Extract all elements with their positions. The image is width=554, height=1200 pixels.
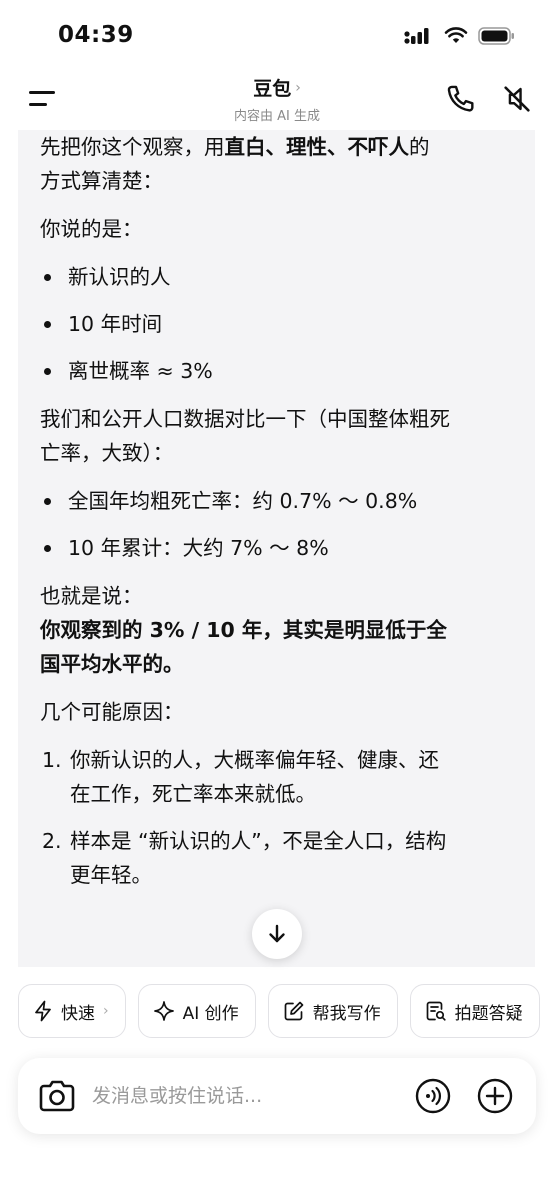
plus-icon <box>476 1077 514 1115</box>
edit-icon <box>283 1000 305 1022</box>
conclusion-paragraph: 也就是说： 你观察到的 3% / 10 年，其实是明显低于全 国平均水平的。 <box>40 579 513 681</box>
that-is-text: 也就是说： <box>40 584 143 608</box>
reason-line-1: 你新认识的人，大概率偏年轻、健康、还 <box>70 748 439 772</box>
list-item: 新认识的人 <box>40 260 513 294</box>
reasons-heading: 几个可能原因： <box>40 700 184 724</box>
document-search-icon <box>425 1000 447 1022</box>
camera-button[interactable] <box>38 1078 76 1114</box>
compare-line-1: 我们和公开人口数据对比一下（中国整体粗死 <box>40 407 450 431</box>
list-item: 全国年均粗死亡率：约 0.7% ～ 0.8% <box>40 484 513 518</box>
list-item: 10 年累计：大约 7% ～ 8% <box>40 531 513 565</box>
chip-help-write[interactable]: 帮我写作 <box>267 984 398 1038</box>
speaker-muted-icon <box>500 82 534 116</box>
list-item: 1. 你新认识的人，大概率偏年轻、健康、还 在工作，死亡率本来就低。 <box>40 743 513 811</box>
mute-speaker-button[interactable] <box>500 82 534 116</box>
message-input[interactable] <box>92 1080 392 1112</box>
chip-label: AI 创作 <box>182 1003 239 1024</box>
quick-action-chips: 快速 › AI 创作 帮我写作 拍题答疑 <box>18 984 554 1038</box>
intro-text-suffix: 的 <box>409 135 430 159</box>
chat-header: 豆包 › 内容由 AI 生成 <box>0 70 554 130</box>
list-number: 2. <box>42 829 62 853</box>
conclusion-line-1: 你观察到的 3% / 10 年，其实是明显低于全 <box>40 618 447 642</box>
reason-line-1: 样本是 “新认识的人”，不是全人口，结构 <box>70 829 447 853</box>
list-item: 10 年时间 <box>40 307 513 341</box>
chat-title: 豆包 › <box>253 74 301 101</box>
reasons-list: 1. 你新认识的人，大概率偏年轻、健康、还 在工作，死亡率本来就低。 2. 样本… <box>40 743 513 892</box>
list-item: 离世概率 ≈ 3% <box>40 354 513 388</box>
reason-line-2: 更年轻。 <box>70 863 152 887</box>
compare-line-2: 亡率，大致）： <box>40 441 174 465</box>
intro-paragraph: 先把你这个观察，用直白、理性、不吓人的 方式算清楚： <box>40 130 513 198</box>
conclusion-line-2: 国平均水平的。 <box>40 652 184 676</box>
battery-icon <box>478 26 516 46</box>
sparkle-icon <box>153 1000 175 1022</box>
status-time: 04:39 <box>58 22 134 48</box>
phone-icon <box>444 82 478 116</box>
chip-label: 快速 <box>61 1003 95 1024</box>
scroll-to-bottom-button[interactable] <box>252 909 302 959</box>
chip-photo-question[interactable]: 拍题答疑 <box>409 984 540 1038</box>
ai-message-content: 先把你这个观察，用直白、理性、不吓人的 方式算清楚： 你说的是： 新认识的人 1… <box>18 130 535 892</box>
intro-bold-text: 直白、理性、不吓人 <box>224 135 410 159</box>
lightning-icon <box>33 1000 53 1022</box>
chip-fast-mode[interactable]: 快速 › <box>18 984 126 1038</box>
arrow-down-icon <box>266 923 288 945</box>
reason-line-2: 在工作，死亡率本来就低。 <box>70 782 316 806</box>
wifi-icon <box>444 27 468 45</box>
chip-label: 帮我写作 <box>312 1003 381 1024</box>
stats-list: 全国年均粗死亡率：约 0.7% ～ 0.8% 10 年累计：大约 7% ～ 8% <box>40 484 513 565</box>
call-button[interactable] <box>444 82 478 116</box>
intro-text: 先把你这个观察，用 <box>40 135 225 159</box>
camera-icon <box>38 1078 76 1114</box>
ai-message-bubble: 先把你这个观察，用直白、理性、不吓人的 方式算清楚： 你说的是： 新认识的人 1… <box>18 130 535 967</box>
status-bar: 04:39 <box>0 0 554 70</box>
observation-list: 新认识的人 10 年时间 离世概率 ≈ 3% <box>40 260 513 388</box>
chip-label: 拍题答疑 <box>454 1003 523 1024</box>
voice-call-button[interactable] <box>414 1077 452 1115</box>
intro-line-2: 方式算清楚： <box>40 169 163 193</box>
compare-paragraph: 我们和公开人口数据对比一下（中国整体粗死 亡率，大致）： <box>40 402 513 470</box>
status-icons <box>404 26 516 46</box>
chevron-right-icon: › <box>103 1003 109 1019</box>
chevron-right-icon: › <box>295 79 301 96</box>
cellular-signal-icon <box>404 26 434 46</box>
intro-line-1: 先把你这个观察，用直白、理性、不吓人的 <box>40 130 513 164</box>
add-attachment-button[interactable] <box>476 1077 514 1115</box>
list-item: 2. 样本是 “新认识的人”，不是全人口，结构 更年轻。 <box>40 824 513 892</box>
chat-title-text: 豆包 <box>253 78 292 100</box>
you-said-heading: 你说的是： <box>40 217 143 241</box>
list-number: 1. <box>42 748 62 772</box>
chip-ai-create[interactable]: AI 创作 <box>137 984 256 1038</box>
message-input-bar <box>18 1058 536 1134</box>
voice-wave-icon <box>414 1077 452 1115</box>
